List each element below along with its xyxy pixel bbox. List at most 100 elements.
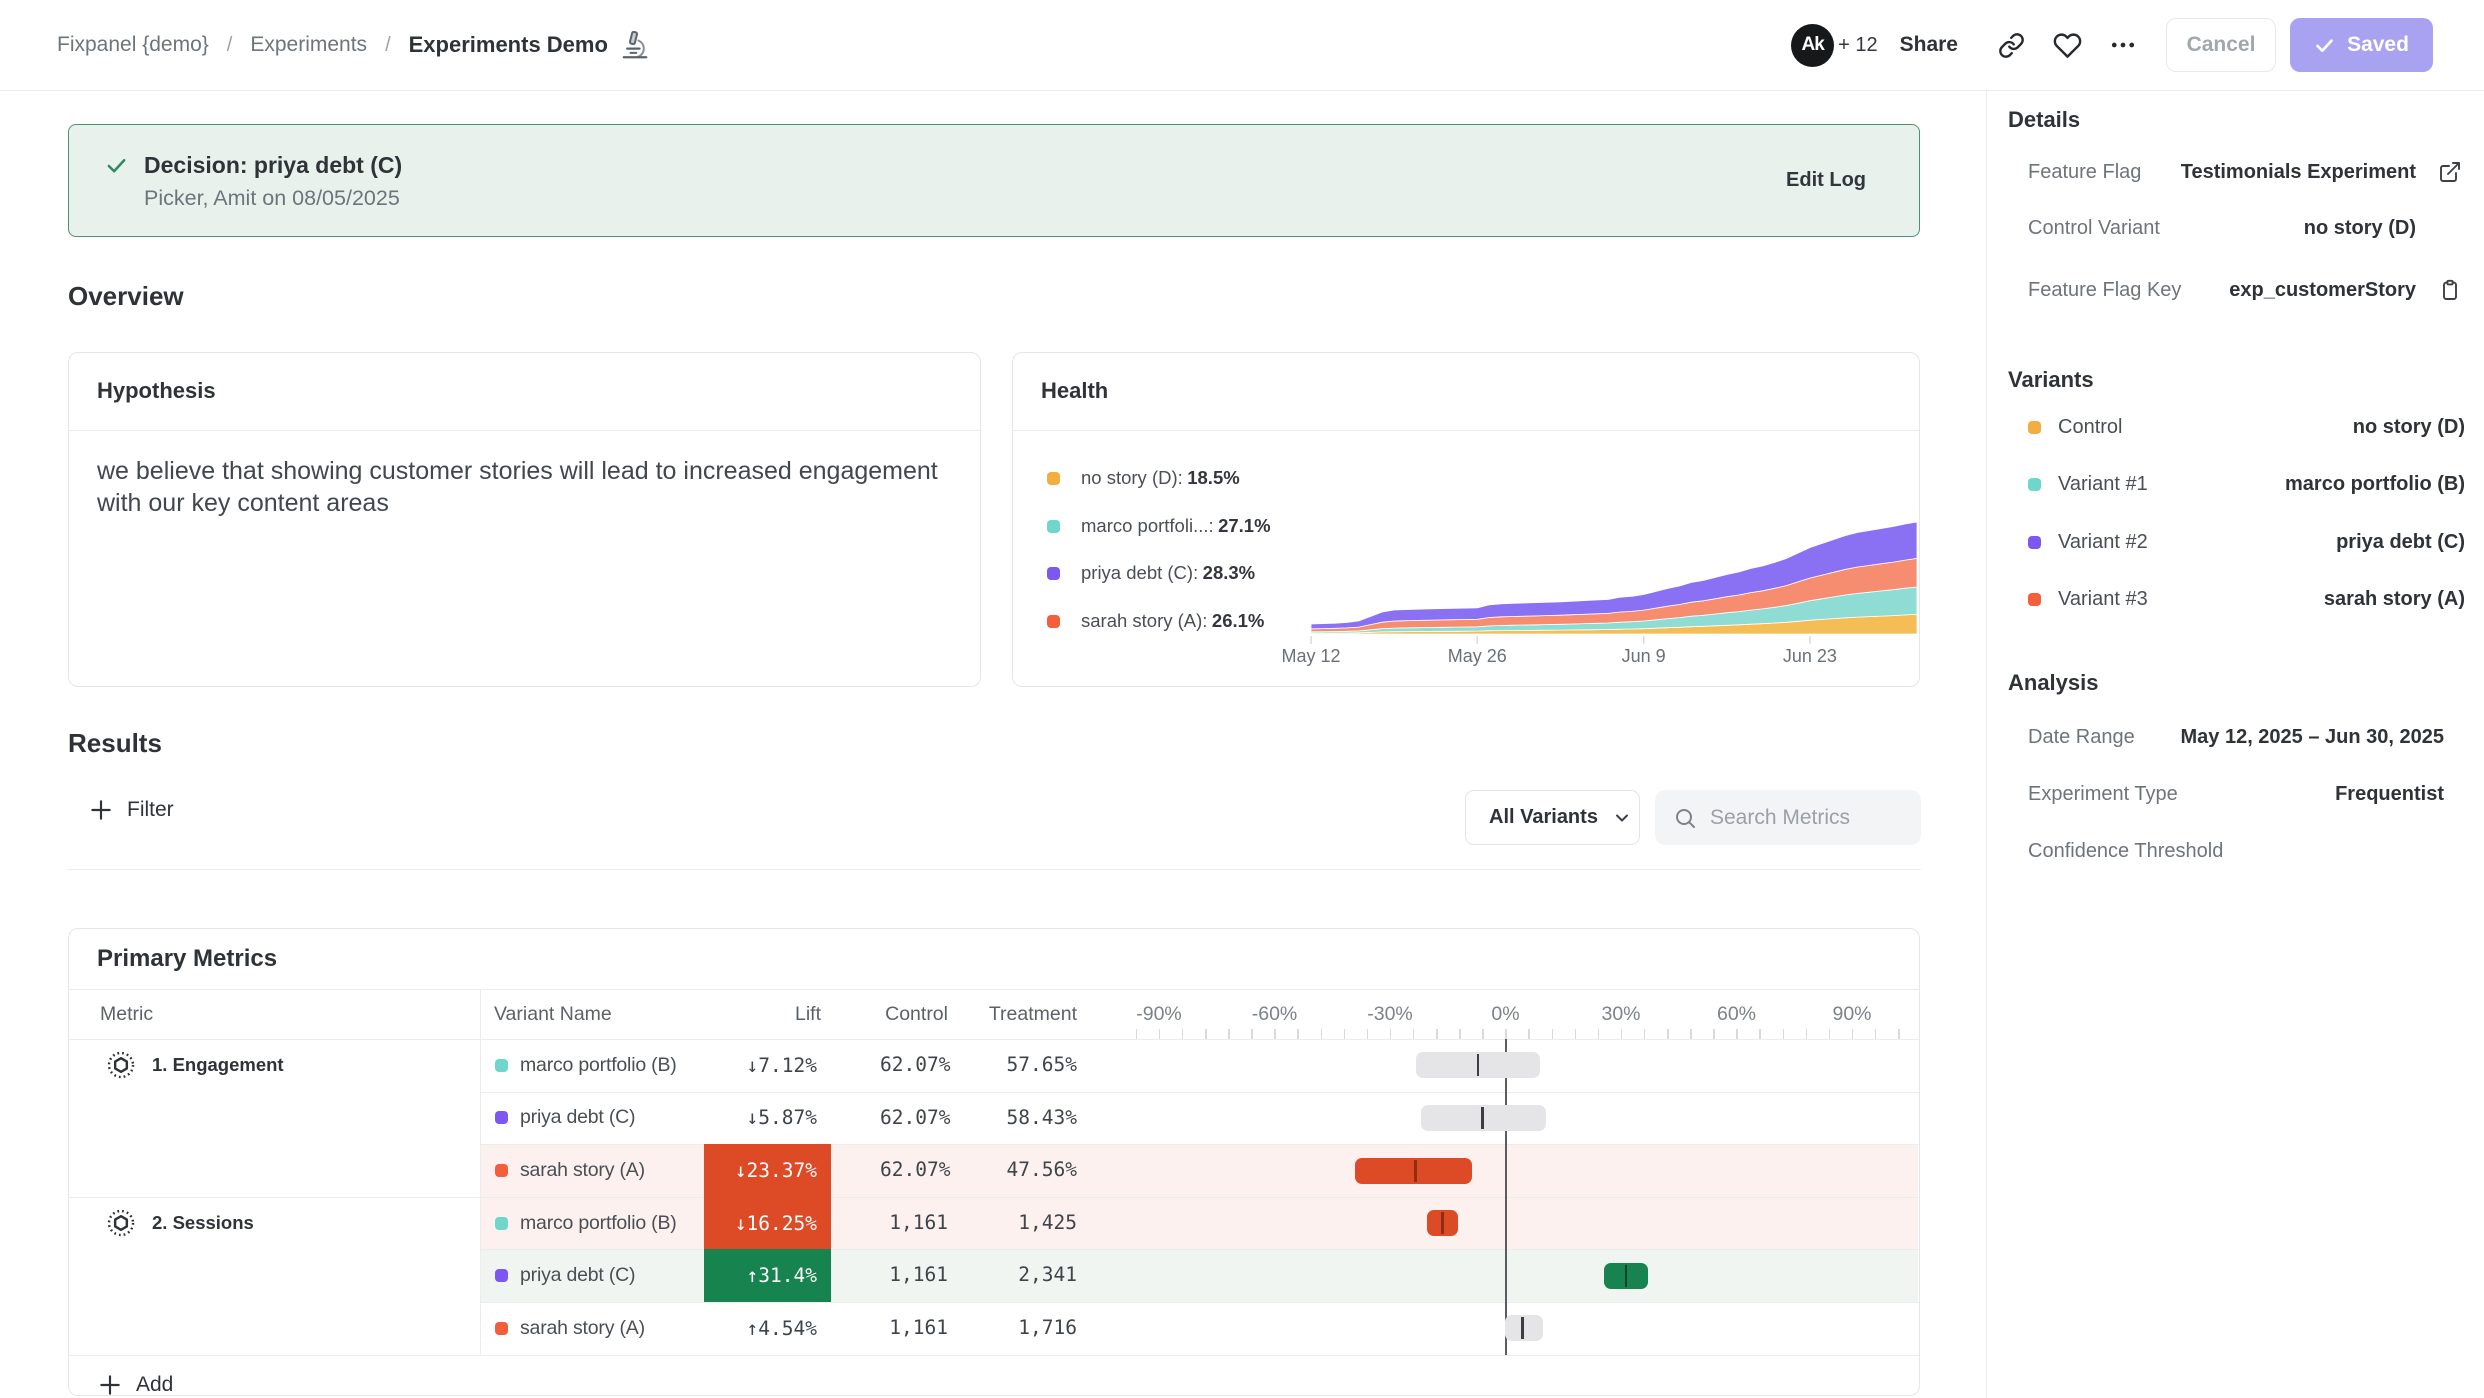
legend-name: marco portfoli...: xyxy=(1081,515,1214,537)
row-tint-positive xyxy=(481,1249,1918,1302)
health-card-header: Health xyxy=(1013,353,1919,431)
saved-button[interactable]: Saved xyxy=(2290,18,2433,72)
axis-tick xyxy=(1274,1029,1276,1039)
lift-estimate-tick xyxy=(1521,1317,1524,1339)
metric-group[interactable]: 2. Sessions xyxy=(107,1197,254,1250)
treatment-value: 1,716 xyxy=(987,1302,1077,1355)
topbar-actions: Ak + 12 Share Cancel xyxy=(1791,0,2433,90)
variant-value: marco portfolio (B) xyxy=(2285,473,2465,496)
favorite-heart-icon[interactable] xyxy=(2050,28,2084,62)
table-row-variant[interactable]: marco portfolio (B) xyxy=(495,1039,677,1092)
row-divider xyxy=(481,1144,1919,1145)
detail-value: exp_customerStory xyxy=(2229,279,2416,302)
hypothesis-text[interactable]: we believe that showing customer stories… xyxy=(97,455,957,519)
primary-metrics-card: Primary Metrics Metric Variant Name Lift… xyxy=(68,928,1920,1396)
add-button-label: Add xyxy=(136,1373,173,1396)
variant-swatch-purple xyxy=(2028,536,2041,549)
col-header-metric: Metric xyxy=(100,990,153,1039)
hypothesis-card-header: Hypothesis xyxy=(69,353,980,431)
variant-swatch xyxy=(495,1269,508,1282)
chevron-down-icon xyxy=(1612,808,1632,828)
variant-row-1: Variant #1 marco portfolio (B) xyxy=(2028,471,2465,499)
axis-tick xyxy=(1736,1029,1738,1039)
breadcrumb-experiments[interactable]: Experiments xyxy=(250,33,367,57)
decision-subtitle: Picker, Amit on 08/05/2025 xyxy=(144,186,400,211)
variant-swatch-teal xyxy=(2028,478,2041,491)
axis-tick xyxy=(1552,1029,1554,1039)
copy-icon[interactable] xyxy=(2438,278,2462,302)
axis-tick xyxy=(1759,1029,1761,1039)
lift-value: ↓23.37% xyxy=(735,1159,831,1182)
variant-value: sarah story (A) xyxy=(2324,588,2465,611)
lift-cell: ↓7.12% xyxy=(704,1039,831,1092)
analysis-label: Date Range xyxy=(2028,726,2135,749)
x-axis-label: Jun 23 xyxy=(1783,646,1837,667)
axis-tick xyxy=(1136,1029,1138,1039)
search-input[interactable] xyxy=(1710,806,1910,830)
variant-swatch xyxy=(495,1322,508,1335)
confidence-interval-bar[interactable] xyxy=(1355,1158,1472,1184)
detail-row-control-variant: Control Variant no story (D) xyxy=(2028,214,2462,242)
share-button[interactable]: Share xyxy=(1900,33,1958,57)
cancel-button[interactable]: Cancel xyxy=(2166,18,2276,72)
breadcrumb-project[interactable]: Fixpanel {demo} xyxy=(57,33,209,57)
lift-cell: ↓16.25% xyxy=(704,1197,831,1250)
variants-dropdown[interactable]: All Variants xyxy=(1465,790,1640,845)
breadcrumb: Fixpanel {demo} / Experiments / Experime… xyxy=(57,0,650,90)
variants-heading: Variants xyxy=(2008,367,2094,393)
confidence-interval-bar[interactable] xyxy=(1421,1105,1546,1131)
axis-tick xyxy=(1852,1029,1854,1039)
col-header-lift: Lift xyxy=(788,990,821,1039)
confidence-interval-bar[interactable] xyxy=(1416,1052,1540,1078)
legend-item: marco portfoli...: 27.1% xyxy=(1047,515,1271,537)
analysis-label: Confidence Threshold xyxy=(2028,840,2223,863)
variant-swatch-red xyxy=(2028,593,2041,606)
legend-swatch-purple xyxy=(1047,567,1060,580)
confidence-interval-bar[interactable] xyxy=(1427,1210,1458,1236)
analysis-value: May 12, 2025 – Jun 30, 2025 xyxy=(2180,726,2444,749)
breadcrumb-current: Experiments Demo xyxy=(409,30,650,60)
variant-name: marco portfolio (B) xyxy=(520,1212,677,1235)
add-metric-button[interactable]: Add xyxy=(97,1363,173,1396)
external-link-icon[interactable] xyxy=(2438,160,2462,184)
row-divider xyxy=(69,1355,1919,1356)
axis-tick xyxy=(1436,1029,1438,1039)
variant-value: priya debt (C) xyxy=(2336,531,2465,554)
copy-link-icon[interactable] xyxy=(1994,28,2028,62)
axis-tick xyxy=(1182,1029,1184,1039)
lift-estimate-tick xyxy=(1625,1265,1628,1287)
detail-value[interactable]: Testimonials Experiment xyxy=(2181,161,2416,184)
legend-value: 28.3% xyxy=(1203,562,1255,584)
collaborators-count[interactable]: + 12 xyxy=(1838,34,1877,57)
hypothesis-title: Hypothesis xyxy=(97,378,216,404)
confidence-interval-bar[interactable] xyxy=(1604,1263,1648,1289)
variant-name: priya debt (C) xyxy=(520,1106,635,1129)
table-row-variant[interactable]: marco portfolio (B) xyxy=(495,1197,677,1250)
table-row-variant[interactable]: sarah story (A) xyxy=(495,1302,645,1355)
variant-name: priya debt (C) xyxy=(520,1264,635,1287)
more-options-icon[interactable] xyxy=(2106,28,2140,62)
variant-label: Variant #3 xyxy=(2058,588,2148,611)
edit-log-button[interactable]: Edit Log xyxy=(1786,169,1866,192)
table-row-variant[interactable]: priya debt (C) xyxy=(495,1092,635,1145)
analysis-value: Frequentist xyxy=(2335,783,2444,806)
metric-group[interactable]: 1. Engagement xyxy=(107,1039,284,1092)
primary-metrics-title: Primary Metrics xyxy=(97,945,277,973)
table-row-variant[interactable]: sarah story (A) xyxy=(495,1144,645,1197)
microscope-icon xyxy=(620,30,650,60)
control-value: 62.07% xyxy=(880,1144,948,1197)
table-row-variant[interactable]: priya debt (C) xyxy=(495,1249,635,1302)
axis-tick xyxy=(1783,1029,1785,1039)
add-filter-button[interactable]: Filter xyxy=(88,797,174,823)
check-icon xyxy=(2314,35,2335,56)
legend-name: sarah story (A): xyxy=(1081,610,1207,632)
health-card: Health no story (D): 18.5% marco portfol… xyxy=(1012,352,1920,687)
confidence-interval-bar[interactable] xyxy=(1505,1315,1544,1341)
lift-value: ↓7.12% xyxy=(747,1054,831,1077)
legend-value: 18.5% xyxy=(1187,467,1239,489)
avatar[interactable]: Ak xyxy=(1791,24,1834,67)
filter-button-label: Filter xyxy=(127,798,174,822)
x-axis-label: Jun 9 xyxy=(1622,646,1666,667)
lift-estimate-tick xyxy=(1414,1160,1417,1182)
legend-item: sarah story (A): 26.1% xyxy=(1047,610,1264,632)
